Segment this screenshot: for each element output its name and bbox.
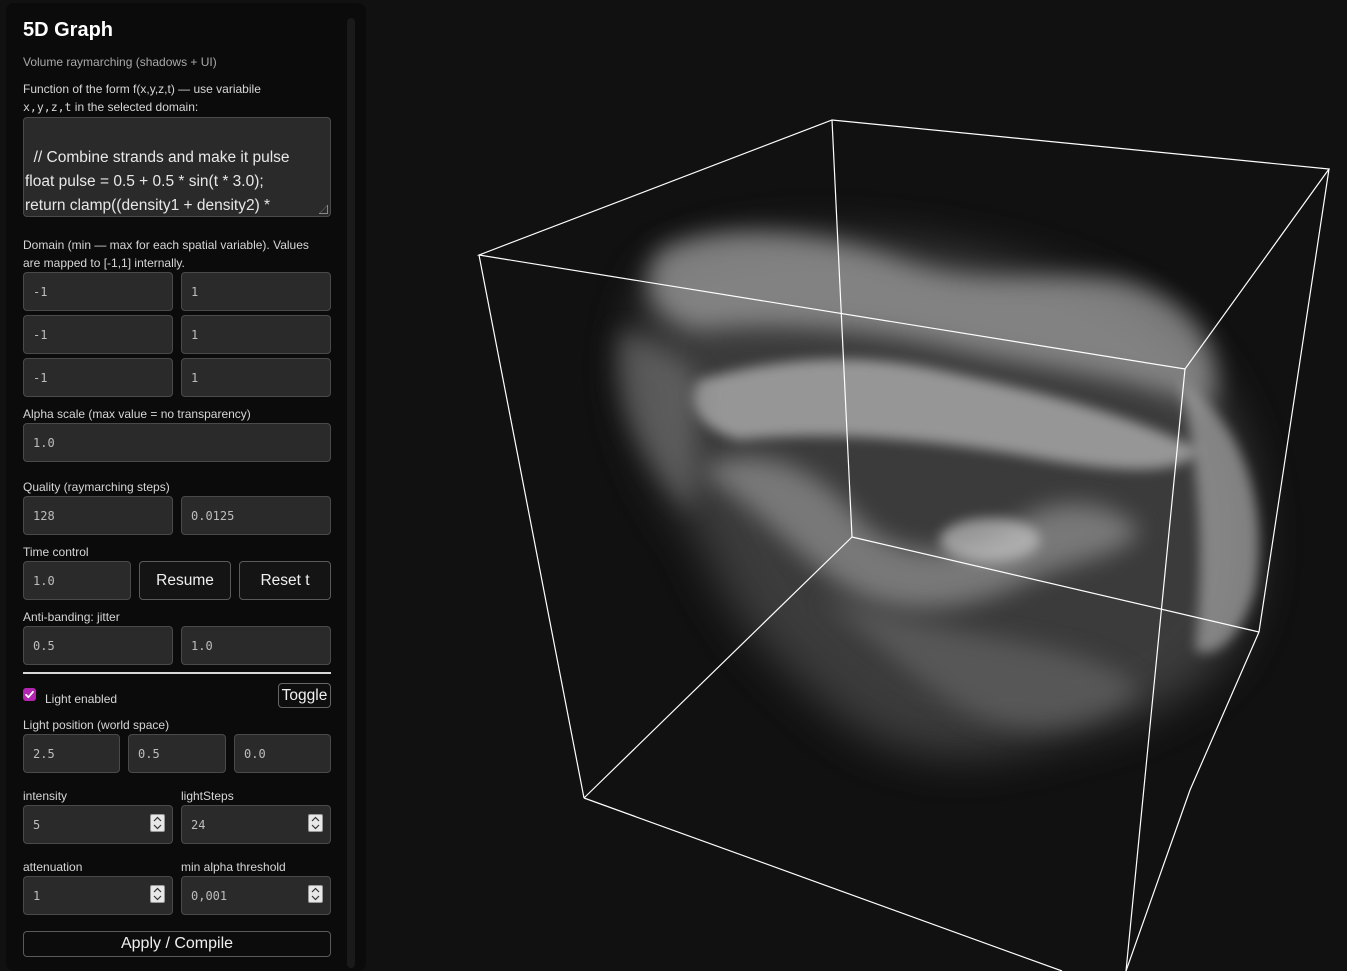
section-divider — [23, 672, 331, 674]
domain-x-min-input[interactable]: -1 — [23, 272, 173, 311]
reset-time-button[interactable]: Reset t — [239, 561, 331, 600]
light-pos-z-input[interactable]: 0.0 — [234, 734, 331, 773]
min-alpha-label: min alpha threshold — [181, 860, 286, 874]
jitter-input[interactable]: 0.5 — [23, 626, 173, 665]
apply-compile-button[interactable]: Apply / Compile — [23, 931, 331, 957]
intensity-value: 5 — [33, 817, 41, 832]
function-label: Function of the form f(x,y,z,t) — use va… — [23, 80, 261, 116]
resume-button[interactable]: Resume — [139, 561, 231, 600]
function-vars: x,y,z,t — [23, 100, 72, 114]
spinner-arrows-icon[interactable] — [150, 885, 165, 903]
alpha-scale-input[interactable]: 1.0 — [23, 423, 331, 462]
quality-step-size-input[interactable]: 0.0125 — [181, 496, 331, 535]
min-alpha-value: 0,001 — [191, 888, 228, 903]
intensity-number-input[interactable]: 5 — [23, 805, 173, 844]
app-subtitle: Volume raymarching (shadows + UI) — [23, 55, 217, 69]
spinner-arrows-icon[interactable] — [308, 885, 323, 903]
light-enabled-checkbox[interactable] — [23, 688, 36, 701]
time-control-label: Time control — [23, 545, 89, 559]
toggle-light-button[interactable]: Toggle — [278, 683, 331, 708]
function-code-text: // Combine strands and make it pulse flo… — [25, 149, 290, 214]
function-label-line2: x,y,z,t in the selected domain: — [23, 98, 261, 116]
attenuation-value: 1 — [33, 888, 41, 903]
quality-label: Quality (raymarching steps) — [23, 480, 170, 494]
domain-x-max-input[interactable]: 1 — [181, 272, 331, 311]
domain-label-line1: Domain (min — max for each spatial varia… — [23, 238, 309, 252]
light-steps-label: lightSteps — [181, 789, 234, 803]
light-steps-value: 24 — [191, 817, 206, 832]
time-speed-input[interactable]: 1.0 — [23, 561, 131, 600]
app-title: 5D Graph — [23, 19, 114, 41]
attenuation-number-input[interactable]: 1 — [23, 876, 173, 915]
spinner-arrows-icon[interactable] — [150, 814, 165, 832]
alpha-scale-label: Alpha scale (max value = no transparency… — [23, 407, 251, 421]
antibanding-label: Anti-banding: jitter — [23, 610, 120, 624]
light-enabled-label: Light enabled — [45, 692, 118, 706]
spinner-arrows-icon[interactable] — [308, 814, 323, 832]
domain-y-max-input[interactable]: 1 — [181, 315, 331, 354]
light-steps-number-input[interactable]: 24 — [181, 805, 331, 844]
domain-z-max-input[interactable]: 1 — [181, 358, 331, 397]
domain-label-line2: are mapped to [-1,1] internally. — [23, 256, 185, 270]
domain-label: Domain (min — max for each spatial varia… — [23, 236, 309, 272]
resize-grip-icon[interactable] — [319, 205, 328, 214]
jitter-strength-input[interactable]: 1.0 — [181, 626, 331, 665]
min-alpha-number-input[interactable]: 0,001 — [181, 876, 331, 915]
light-pos-y-input[interactable]: 0.5 — [128, 734, 226, 773]
domain-y-min-input[interactable]: -1 — [23, 315, 173, 354]
light-pos-x-input[interactable]: 2.5 — [23, 734, 120, 773]
domain-z-min-input[interactable]: -1 — [23, 358, 173, 397]
intensity-label: intensity — [23, 789, 68, 803]
function-code-editor[interactable]: // Combine strands and make it pulse flo… — [23, 117, 331, 217]
panel-scrollbar[interactable] — [347, 18, 355, 968]
volume-density-cloud — [618, 231, 1259, 757]
function-label-line1: Function of the form f(x,y,z,t) — use va… — [23, 82, 261, 96]
attenuation-label: attenuation — [23, 860, 83, 874]
quality-steps-input[interactable]: 128 — [23, 496, 173, 535]
checkmark-icon — [25, 690, 34, 699]
volume-render-canvas[interactable] — [370, 0, 1347, 971]
function-label-rest: in the selected domain: — [71, 100, 199, 114]
light-position-label: Light position (world space) — [23, 718, 170, 732]
